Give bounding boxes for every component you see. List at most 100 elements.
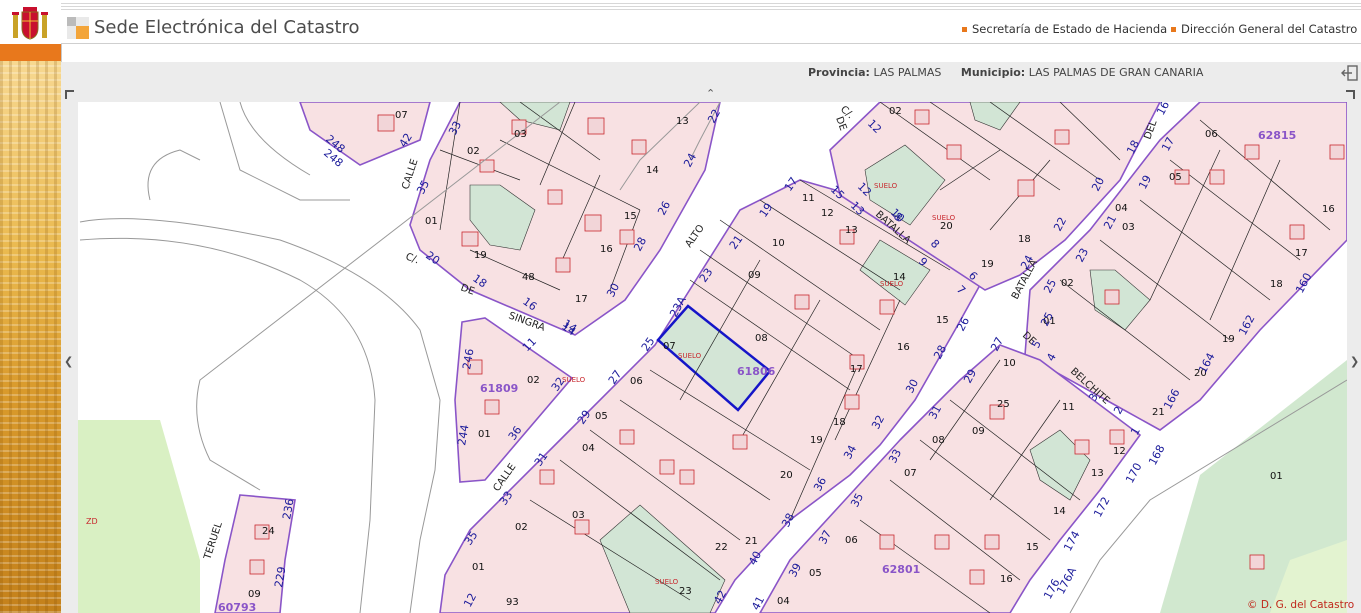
location-info-bar: Provincia: LAS PALMAS Municipio: LAS PAL… — [61, 62, 1361, 84]
map-label: ZD — [86, 517, 98, 526]
map-corner-marker — [65, 90, 74, 99]
map-label: 16 — [897, 342, 910, 353]
city-decoration-image — [0, 61, 61, 613]
map-label: 61806 — [737, 365, 776, 378]
map-label: 05 — [1169, 172, 1182, 183]
map-label: 16 — [1000, 574, 1013, 585]
link-label: Dirección General del Catastro — [1181, 22, 1358, 36]
map-label: 24 — [262, 526, 275, 537]
cadastral-map[interactable]: 61806 62815 62801 60793 61809 CALLE CALL… — [78, 102, 1347, 613]
exit-icon[interactable] — [1341, 65, 1358, 81]
link-direccion-catastro[interactable]: Dirección General del Catastro — [1171, 22, 1357, 36]
map-label: 22 — [715, 542, 728, 553]
map-label: 172 — [1091, 495, 1112, 520]
map-label: 08 — [932, 435, 945, 446]
pan-left-arrow-icon[interactable]: ❮ — [64, 356, 73, 367]
map-label: 16 — [1154, 102, 1172, 117]
map-label: 14 — [646, 165, 659, 176]
map-label: 06 — [845, 535, 858, 546]
pan-right-arrow-icon[interactable]: ❯ — [1350, 356, 1359, 367]
map-label: 18 — [833, 417, 846, 428]
map-label: 13 — [845, 225, 858, 236]
map-label: 93 — [506, 597, 519, 608]
map-label: 09 — [748, 270, 761, 281]
map-label: 13 — [676, 116, 689, 127]
map-label: 17 — [575, 294, 588, 305]
map-label: 01 — [1270, 471, 1283, 482]
block-nw — [299, 102, 431, 166]
catastro-logo-icon[interactable] — [67, 17, 89, 39]
link-secretaria-hacienda[interactable]: Secretaría de Estado de Hacienda — [962, 22, 1167, 36]
header-decoration-lines — [61, 3, 1361, 12]
map-label: 11 — [802, 193, 815, 204]
map-label: 15 — [936, 315, 949, 326]
map-label: 17 — [1295, 248, 1308, 259]
map-label: 01 — [478, 429, 491, 440]
map-label: 12 — [821, 208, 834, 219]
map-label: 07 — [663, 341, 676, 352]
map-label: 06 — [1205, 129, 1218, 140]
map-label: TERUEL — [202, 520, 225, 561]
map-label: ALTO — [683, 223, 706, 250]
sidebar-accent-bar — [0, 44, 61, 61]
map-label: 02 — [1061, 278, 1074, 289]
map-label: 20 — [940, 221, 953, 232]
map-label: SUELO — [655, 578, 679, 586]
map-label: 02 — [515, 522, 528, 533]
map-label: 19 — [981, 259, 994, 270]
map-label: 170 — [1123, 461, 1144, 486]
map-copyright: © D. G. del Catastro — [1247, 599, 1355, 611]
map-label: 10 — [1003, 358, 1016, 369]
map-label: 17 — [850, 364, 863, 375]
map-label: 04 — [1115, 203, 1128, 214]
map-label: 62815 — [1258, 129, 1296, 142]
pan-up-arrow-icon[interactable]: ⌃ — [706, 88, 715, 99]
map-label: 25 — [997, 399, 1010, 410]
map-label: 21 — [745, 536, 758, 547]
map-label: SUELO — [874, 182, 898, 190]
map-label: 07 — [904, 468, 917, 479]
map-label: 11 — [1062, 402, 1075, 413]
map-label: 05 — [595, 411, 608, 422]
location-info: Provincia: LAS PALMAS Municipio: LAS PAL… — [808, 66, 1203, 79]
map-label: SUELO — [678, 352, 702, 360]
map-label: 168 — [1146, 443, 1167, 468]
map-label: 18 — [1270, 279, 1283, 290]
map-label: 19 — [810, 435, 823, 446]
map-label: 13 — [1091, 468, 1104, 479]
map-label: 08 — [755, 333, 768, 344]
municipio-label: Municipio: — [960, 66, 1026, 79]
map-label: 03 — [514, 129, 527, 140]
map-label: 20 — [780, 470, 793, 481]
map-label: 60793 — [218, 601, 256, 613]
map-corner-marker — [1346, 90, 1355, 99]
map-label: 06 — [630, 376, 643, 387]
map-label: 02 — [889, 106, 902, 117]
map-label: 16 — [1322, 204, 1335, 215]
coat-of-arms-logo[interactable] — [10, 4, 50, 42]
map-label: 23 — [679, 586, 692, 597]
provincia-value: LAS PALMAS — [873, 66, 942, 79]
municipio-value: LAS PALMAS DE GRAN CANARIA — [1028, 66, 1204, 79]
cadastral-map-canvas[interactable]: 61806 62815 62801 60793 61809 CALLE CALL… — [78, 102, 1347, 613]
map-label: 03 — [1122, 222, 1135, 233]
map-label: 18 — [1018, 234, 1031, 245]
provincia-label: Provincia: — [808, 66, 870, 79]
map-label: 19 — [1222, 334, 1235, 345]
map-label: 01 — [425, 216, 438, 227]
map-label: 19 — [474, 250, 487, 261]
map-label: 04 — [777, 596, 790, 607]
map-label: 09 — [248, 589, 261, 600]
map-label: 03 — [572, 510, 585, 521]
map-label: 21 — [1152, 407, 1165, 418]
map-label: 02 — [527, 375, 540, 386]
site-title[interactable]: Sede Electrónica del Catastro — [94, 17, 360, 38]
map-label: 62801 — [882, 563, 920, 576]
sidebar — [0, 0, 62, 613]
map-label: 01 — [472, 562, 485, 573]
map-label: 07 — [395, 110, 408, 121]
map-label: 05 — [809, 568, 822, 579]
map-label: 14 — [893, 272, 906, 283]
map-label: 48 — [522, 272, 535, 283]
map-label: 12 — [1113, 446, 1126, 457]
